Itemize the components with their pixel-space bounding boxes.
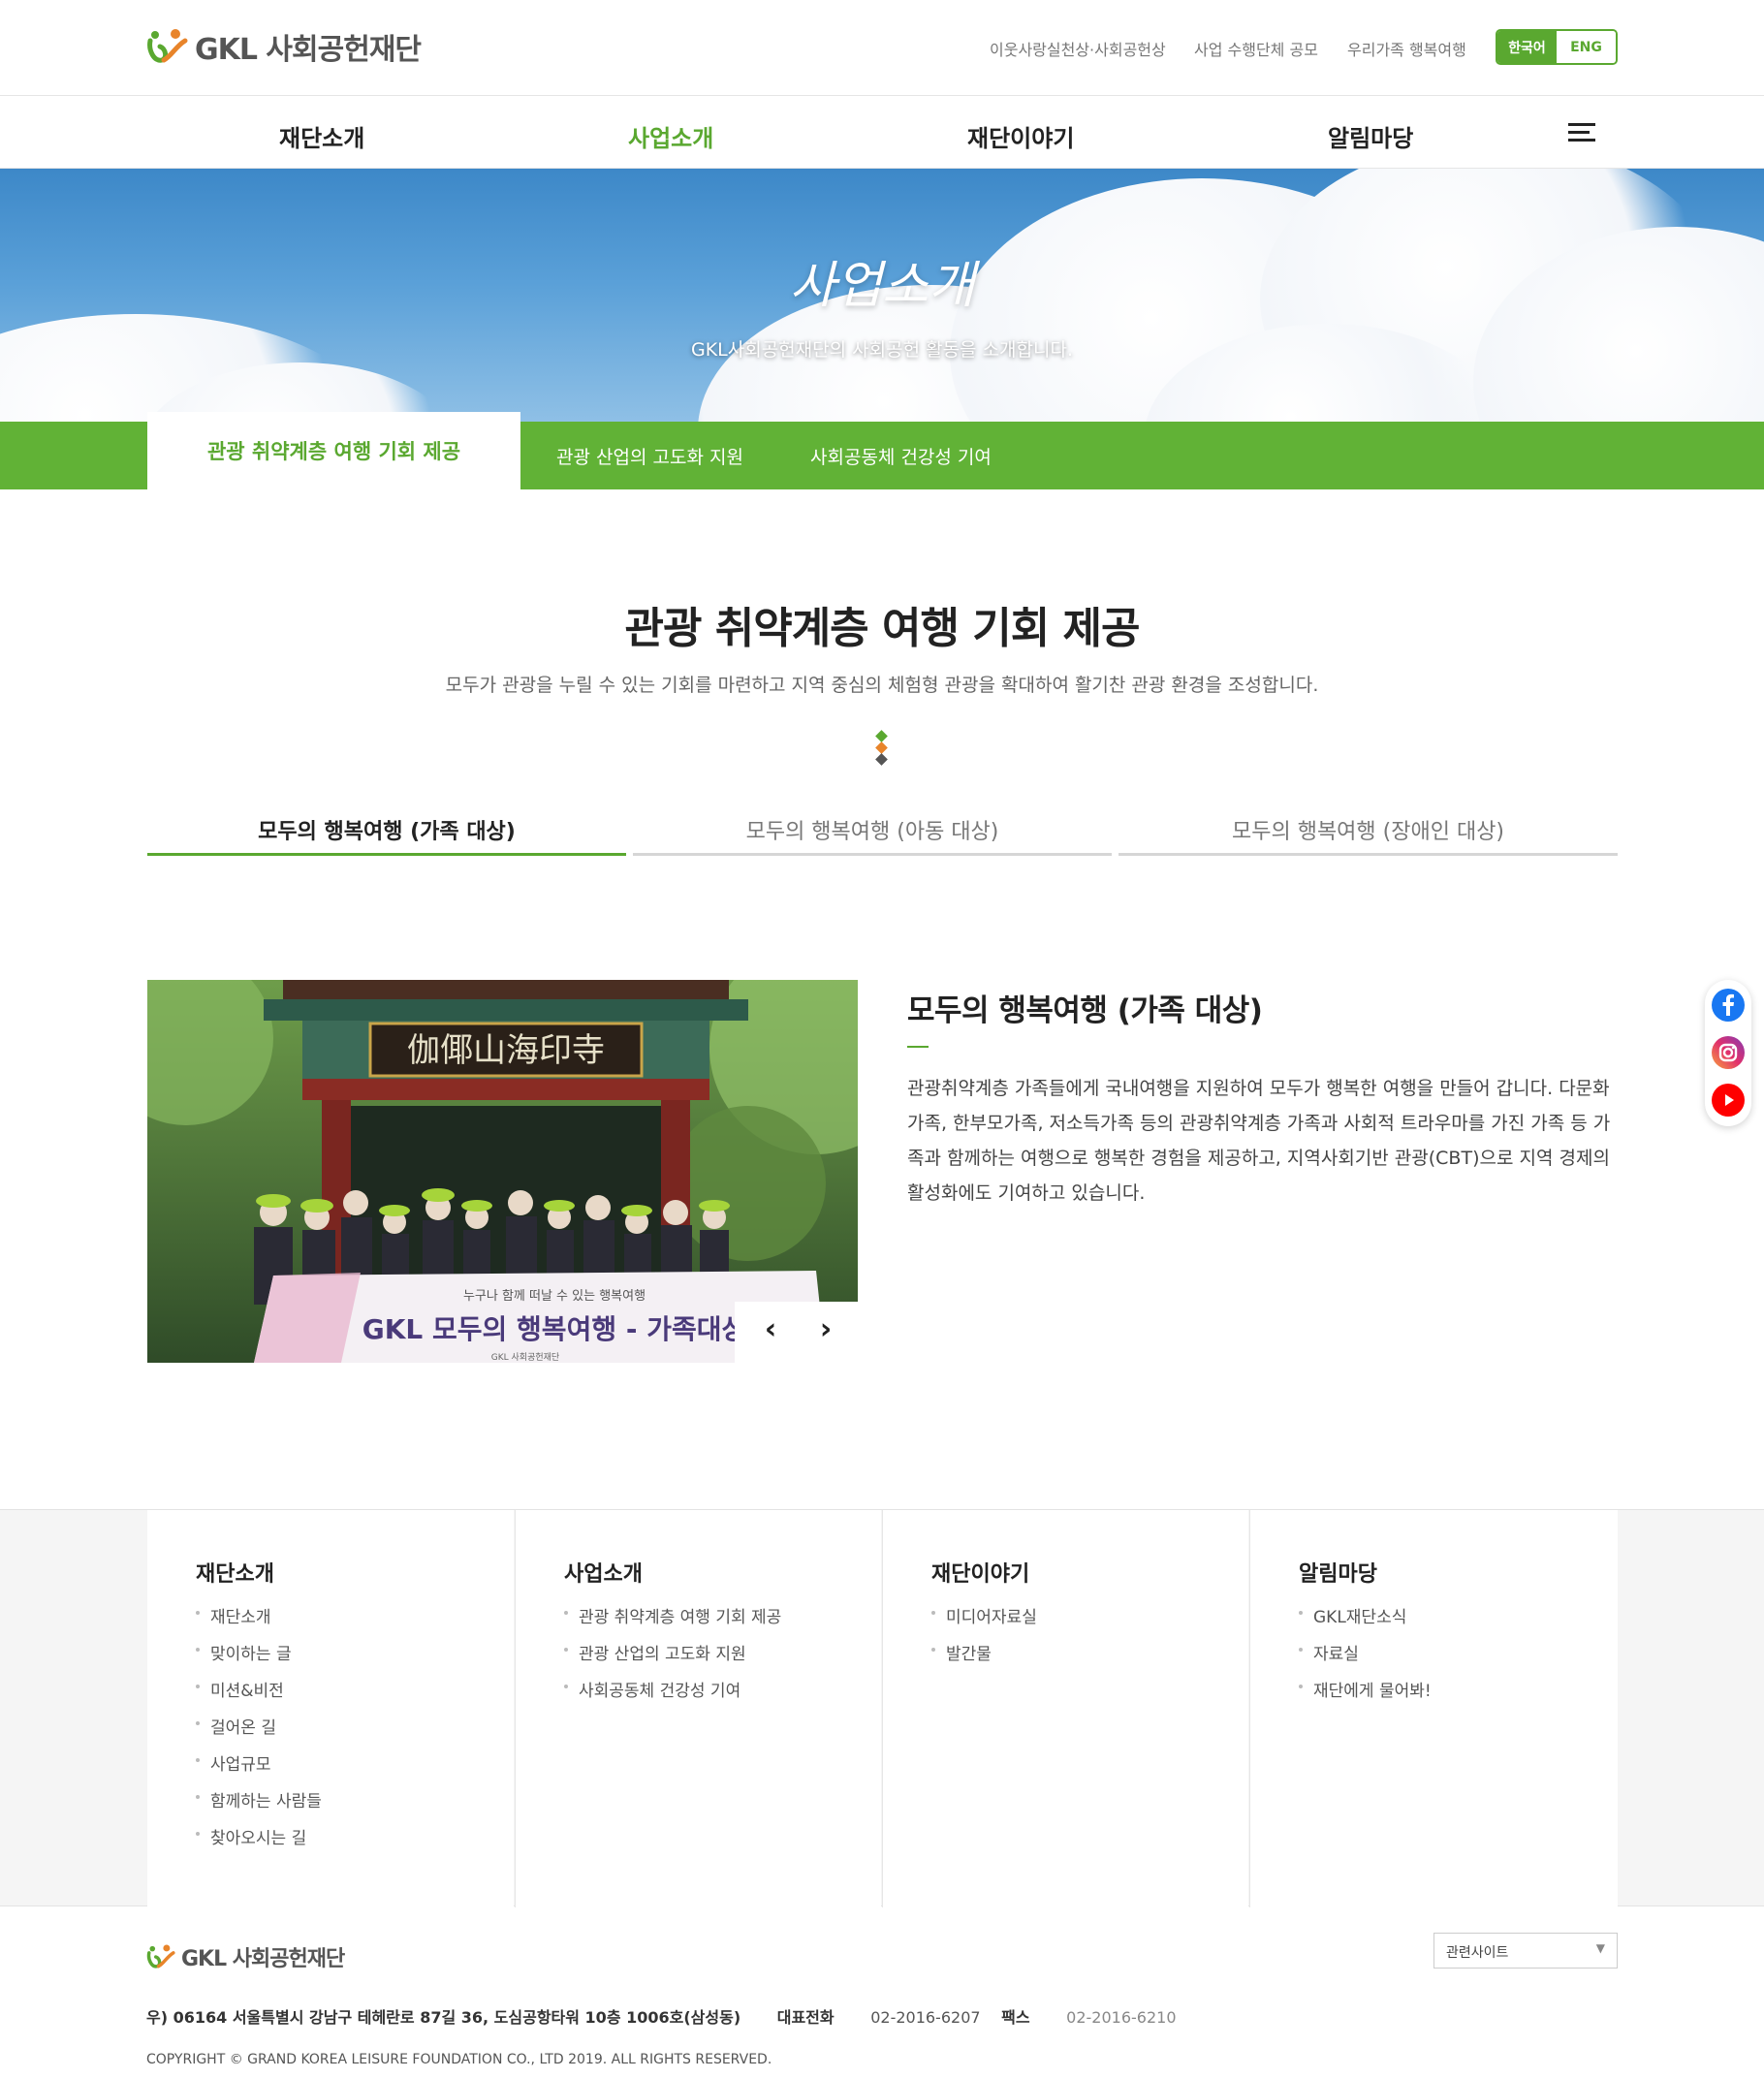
sitemap-heading: 재단소개 [196, 1562, 274, 1587]
sitemap-heading: 알림마당 [1299, 1562, 1377, 1587]
lang-english-button[interactable]: ENG [1557, 31, 1616, 63]
sitemap-col-business: 사업소개 관광 취약계층 여행 기회 제공 관광 산업의 고도화 지원 사회공동… [515, 1510, 881, 1907]
slide-controls: ‹ › [735, 1302, 858, 1363]
hero-subtitle: GKL사회공헌재단의 사회공헌 활동을 소개합니다. [690, 339, 1074, 361]
program-tab-children[interactable]: 모두의 행복여행 (아동 대상) [633, 814, 1112, 857]
banner-main-text: GKL 모두의 행복여행 - 가족대상 [362, 1313, 747, 1345]
gnb-foundation[interactable]: 재단소개 [279, 119, 364, 153]
all-menu-hamburger-icon[interactable] [1568, 123, 1595, 142]
sitemap-link[interactable]: 사업규모 [196, 1754, 322, 1791]
hero-title: 사업소개 [789, 257, 975, 315]
sitemap-col-story: 재단이야기 미디어자료실 발간물 [882, 1510, 1248, 1907]
lang-korean-button[interactable]: 한국어 [1497, 31, 1557, 63]
footer-logo-text: GKL 사회공헌재단 [181, 1947, 345, 1971]
sitemap-heading: 재단이야기 [931, 1562, 1030, 1587]
footer-address: 우) 06164 서울특별시 강남구 테헤란로 87길 36, 도심공항타워 1… [146, 2008, 741, 2027]
temple-signboard-text: 伽倻山海印寺 [407, 1031, 605, 1070]
facebook-icon[interactable] [1712, 989, 1745, 1022]
footer-logo-mark-icon [146, 1944, 175, 1969]
dropdown-arrow-icon: ▼ [1595, 1941, 1605, 1955]
sitemap-link[interactable]: 재단에게 물어봐! [1299, 1681, 1432, 1717]
hero-banner: 사업소개 GKL사회공헌재단의 사회공헌 활동을 소개합니다. [0, 169, 1764, 423]
footer-sitemap: 재단소개 재단소개 맞이하는 글 미션&비전 걸어온 길 사업규모 함께하는 사… [0, 1509, 1764, 1907]
footer-fax: 02-2016-6210 [1066, 2008, 1177, 2027]
footer-copyright: COPYRIGHT © GRAND KOREA LEISURE FOUNDATI… [146, 2052, 772, 2067]
related-site-label: 관련사이트 [1446, 1945, 1509, 1961]
social-quick-menu [1705, 980, 1751, 1126]
util-link-recruit[interactable]: 사업 수행단체 공모 [1194, 37, 1318, 60]
sitemap-link[interactable]: 맞이하는 글 [196, 1644, 322, 1681]
footer-logo[interactable]: GKL 사회공헌재단 [146, 1941, 345, 1972]
gnb-business[interactable]: 사업소개 [628, 119, 713, 153]
sitemap-link[interactable]: 관광 산업의 고도화 지원 [564, 1644, 781, 1681]
sitemap-link[interactable]: 사회공동체 건강성 기여 [564, 1681, 781, 1717]
program-tab-children-underline [633, 853, 1112, 856]
sitemap-link[interactable]: 발간물 [931, 1644, 1037, 1681]
util-link-award[interactable]: 이웃사랑실천상·사회공헌상 [990, 37, 1166, 60]
program-tab-disabled-underline [1118, 853, 1618, 856]
subtab-industry-support[interactable]: 관광 산업의 고도화 지원 [556, 443, 743, 469]
sitemap-col-foundation: 재단소개 재단소개 맞이하는 글 미션&비전 걸어온 길 사업규모 함께하는 사… [147, 1510, 514, 1907]
banner-logo-text: GKL 사회공헌재단 [491, 1352, 559, 1363]
sitemap-link[interactable]: 미션&비전 [196, 1681, 322, 1717]
footer-phone: 02-2016-6207 [870, 2008, 981, 2027]
top-bar: GKL 사회공헌재단 이웃사랑실천상·사회공헌상 사업 수행단체 공모 우리가족… [0, 0, 1764, 96]
sitemap-link[interactable]: 관광 취약계층 여행 기회 제공 [564, 1607, 781, 1644]
chevron-right-icon[interactable]: › [811, 1315, 840, 1344]
subtab-community-health[interactable]: 사회공동체 건강성 기여 [810, 443, 992, 469]
sitemap-link[interactable]: 미디어자료실 [931, 1607, 1037, 1644]
content-paragraph: 관광취약계층 가족들에게 국내여행을 지원하여 모두가 행복한 여행을 만들어 … [907, 1078, 1611, 1204]
program-tab-disabled[interactable]: 모두의 행복여행 (장애인 대상) [1118, 814, 1618, 857]
sitemap-heading: 사업소개 [564, 1562, 643, 1587]
section-description: 모두가 관광을 누릴 수 있는 기회를 마련하고 지역 중심의 체험형 관광을 … [445, 675, 1319, 696]
banner-small-text: 누구나 함께 떠날 수 있는 행복여행 [463, 1288, 646, 1304]
language-switch: 한국어 ENG [1496, 29, 1618, 65]
gnb-notice[interactable]: 알림마당 [1328, 119, 1413, 153]
content-title-bar [907, 1046, 929, 1048]
util-link-family-trip[interactable]: 우리가족 행복여행 [1347, 37, 1466, 60]
sitemap-link[interactable]: 걸어온 길 [196, 1717, 322, 1754]
footer-phone-label: 대표전화 [776, 2008, 835, 2027]
program-tab-family[interactable]: 모두의 행복여행 (가족 대상) [147, 814, 626, 857]
diamond-divider-icon [875, 730, 889, 769]
sitemap-link[interactable]: 찾아오시는 길 [196, 1828, 322, 1865]
subtab-travel-opportunity[interactable]: 관광 취약계층 여행 기회 제공 [147, 412, 520, 489]
footer-fax-label: 팩스 [1001, 2008, 1030, 2027]
section-title: 관광 취약계층 여행 기회 제공 [624, 604, 1140, 653]
related-site-select[interactable]: 관련사이트 ▼ [1433, 1933, 1618, 1969]
sitemap-link[interactable]: 자료실 [1299, 1644, 1432, 1681]
sitemap-col-notice: 알림마당 GKL재단소식 자료실 재단에게 물어봐! [1249, 1510, 1618, 1907]
sitemap-link[interactable]: GKL재단소식 [1299, 1607, 1432, 1644]
program-tab-family-underline [147, 853, 626, 856]
instagram-icon[interactable] [1712, 1036, 1745, 1069]
gnb-story[interactable]: 재단이야기 [967, 119, 1074, 153]
footer-address-line: 우) 06164 서울특별시 강남구 테헤란로 87길 36, 도심공항타워 1… [146, 2004, 1177, 2028]
sitemap-link[interactable]: 함께하는 사람들 [196, 1791, 322, 1828]
chevron-left-icon[interactable]: ‹ [756, 1315, 785, 1344]
youtube-icon[interactable] [1712, 1084, 1745, 1117]
global-nav: 재단소개 사업소개 재단이야기 알림마당 [0, 96, 1764, 169]
content-title: 모두의 행복여행 (가족 대상) [907, 993, 1263, 1028]
site-logo[interactable]: GKL 사회공헌재단 [146, 25, 422, 68]
logo-text: GKL 사회공헌재단 [195, 33, 422, 67]
sitemap-link[interactable]: 재단소개 [196, 1607, 322, 1644]
logo-mark-icon [147, 29, 188, 63]
